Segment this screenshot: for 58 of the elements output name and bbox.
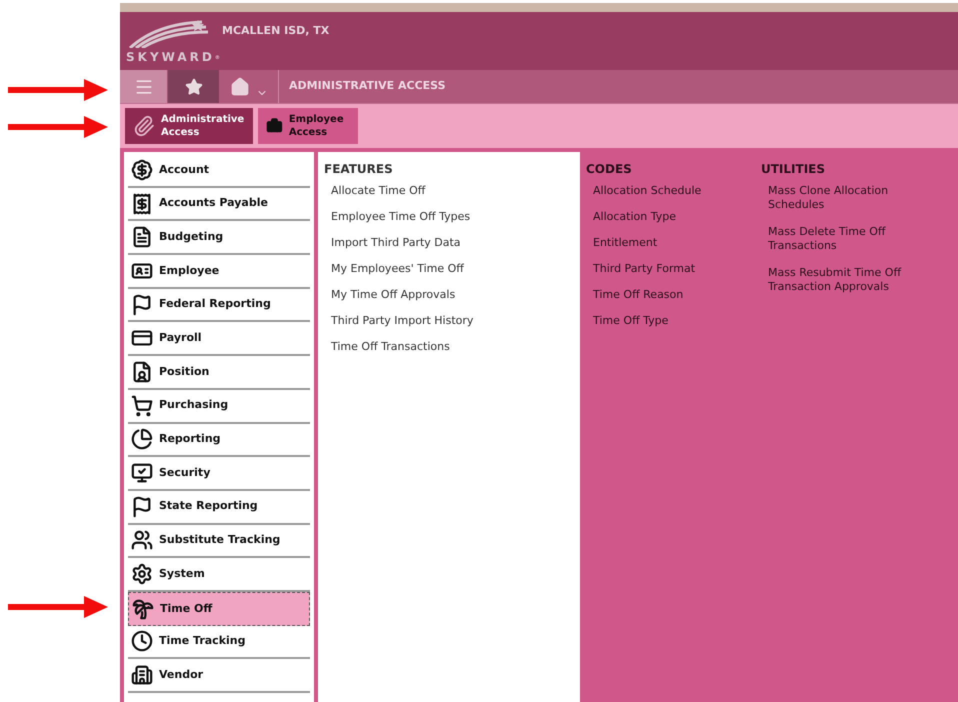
- sidebar-item[interactable]: Position: [128, 356, 310, 390]
- dollar-bill-icon: [131, 192, 153, 215]
- cart-icon: [131, 394, 153, 417]
- sidebar-item[interactable]: Budgeting: [128, 221, 310, 256]
- section-heading: FEATURES: [324, 161, 394, 178]
- document-icon: [131, 226, 153, 248]
- sidebar-item[interactable]: Federal Reporting: [128, 288, 310, 322]
- gears-icon: [131, 563, 153, 586]
- sidebar-item[interactable]: Reporting: [128, 424, 310, 458]
- access-tab[interactable]: Administrative Access: [125, 108, 253, 144]
- sidebar-item[interactable]: Employee: [128, 255, 310, 289]
- building-icon: [131, 664, 153, 686]
- star-icon: [184, 78, 202, 96]
- utility-link[interactable]: Mass Clone Allocation Schedules: [768, 184, 920, 212]
- sidebar-item[interactable]: State Reporting: [128, 490, 310, 525]
- code-link[interactable]: Time Off Reason: [593, 288, 731, 302]
- code-link[interactable]: Time Off Type: [593, 314, 731, 328]
- feature-link[interactable]: My Employees' Time Off: [331, 262, 580, 276]
- dollar-icon: [131, 158, 153, 181]
- clock-icon: [131, 630, 153, 652]
- code-link[interactable]: Allocation Type: [593, 210, 731, 224]
- sidebar-item[interactable]: Account: [128, 154, 310, 188]
- home-icon: [230, 76, 250, 96]
- flag-icon: [131, 496, 153, 518]
- code-link[interactable]: Entitlement: [593, 236, 731, 250]
- district-name: MCALLEN ISD, TX: [222, 23, 330, 39]
- nav-title: ADMINISTRATIVE ACCESS: [288, 78, 446, 94]
- menu-button[interactable]: [120, 70, 168, 103]
- arc-logo-icon: [126, 20, 210, 48]
- utility-link[interactable]: Mass Resubmit Time Off Transaction Approvals: [768, 266, 920, 294]
- feature-link[interactable]: Employee Time Off Types: [331, 210, 580, 224]
- sidebar-item[interactable]: Substitute Tracking: [128, 524, 310, 558]
- sidebar-item[interactable]: Accounts Payable: [128, 188, 310, 222]
- feature-link[interactable]: Allocate Time Off: [331, 184, 580, 198]
- feature-link[interactable]: Third Party Import History: [331, 314, 580, 328]
- document-person-icon: [131, 360, 153, 383]
- sidebar-item[interactable]: Time Tracking: [128, 626, 310, 660]
- sidebar-item[interactable]: Purchasing: [128, 390, 310, 424]
- sidebar-item[interactable]: Vendor: [128, 659, 310, 693]
- code-link[interactable]: Allocation Schedule: [593, 184, 731, 198]
- sidebar-item[interactable]: Time Off: [128, 592, 310, 626]
- section-heading: UTILITIES: [761, 161, 826, 178]
- feature-link[interactable]: Import Third Party Data: [331, 236, 580, 250]
- section-heading: CODES: [586, 161, 633, 178]
- palm-tree-icon: [132, 598, 154, 620]
- pie-chart-icon: [131, 428, 153, 450]
- code-link[interactable]: Third Party Format: [593, 262, 731, 276]
- logo-text: SKYWARD$^{®}$: [126, 49, 221, 66]
- favorites-button[interactable]: [168, 70, 219, 103]
- feature-link[interactable]: My Time Off Approvals: [331, 288, 580, 302]
- flag-icon: [131, 294, 153, 316]
- sidebar-item[interactable]: Security: [128, 457, 310, 491]
- access-tab[interactable]: Employee Access: [258, 108, 358, 144]
- people-icon: [131, 529, 153, 552]
- feature-link[interactable]: Time Off Transactions: [331, 340, 580, 354]
- paperclip-icon: [133, 115, 155, 137]
- sidebar-item[interactable]: Payroll: [128, 322, 310, 356]
- utility-link[interactable]: Mass Delete Time Off Transactions: [768, 225, 920, 253]
